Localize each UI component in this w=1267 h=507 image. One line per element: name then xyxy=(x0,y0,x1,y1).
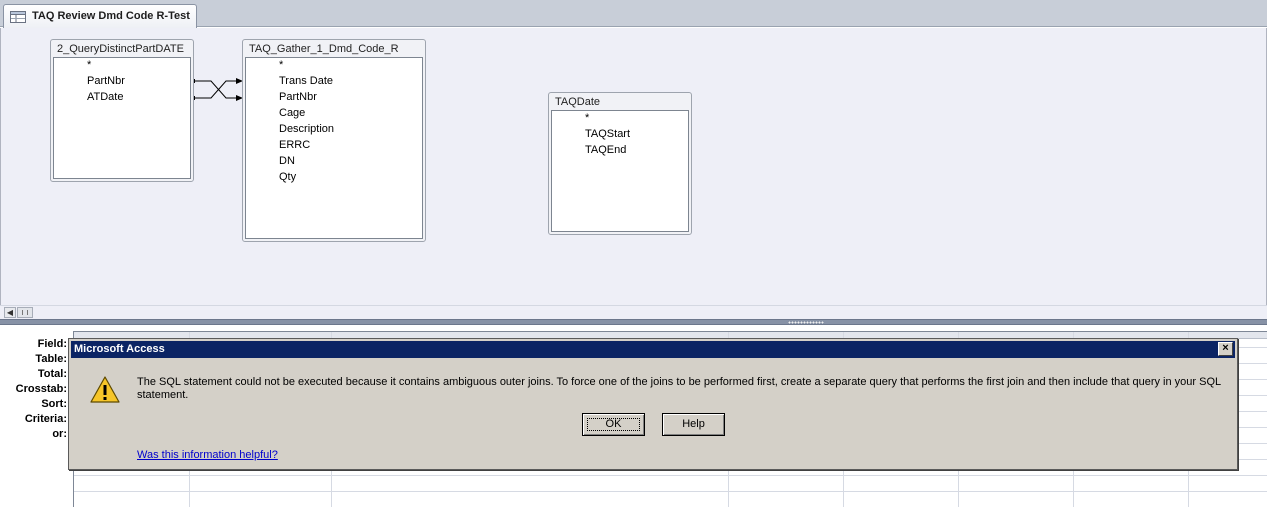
grid-row-labels: Field: Table: Total: Crosstab: Sort: Cri… xyxy=(0,325,72,507)
row-label-criteria: Criteria: xyxy=(24,413,67,425)
field-list-body[interactable]: * TAQStart TAQEnd xyxy=(551,110,689,232)
warning-icon xyxy=(90,376,120,403)
document-tab[interactable]: TAQ Review Dmd Code R-Test xyxy=(3,4,197,28)
field-item[interactable]: Trans Date xyxy=(279,75,333,87)
field-item[interactable]: Cage xyxy=(279,107,305,119)
field-list-2-querydistinctpartdate[interactable]: 2_QueryDistinctPartDATE * PartNbr ATDate xyxy=(50,39,194,182)
dialog-message: The SQL statement could not be executed … xyxy=(137,376,1221,401)
query-icon xyxy=(10,11,26,23)
query-design-pane[interactable]: 2_QueryDistinctPartDATE * PartNbr ATDate… xyxy=(0,28,1267,305)
field-list-body[interactable]: * PartNbr ATDate xyxy=(53,57,191,179)
field-item[interactable]: TAQStart xyxy=(585,128,630,140)
row-label-table: Table: xyxy=(35,353,67,365)
field-item[interactable]: ATDate xyxy=(87,91,123,103)
field-list-title: TAQDate xyxy=(555,96,601,108)
field-item[interactable]: PartNbr xyxy=(279,91,317,103)
field-item[interactable]: DN xyxy=(279,155,295,167)
field-item[interactable]: * xyxy=(279,59,283,71)
was-this-helpful-link[interactable]: Was this information helpful? xyxy=(137,449,278,461)
field-item[interactable]: Description xyxy=(279,123,334,135)
join-line-partnbr xyxy=(193,80,237,99)
field-list-title: 2_QueryDistinctPartDATE xyxy=(57,43,184,55)
row-label-crosstab: Crosstab: xyxy=(15,383,67,395)
design-pane-horizontal-scrollbar[interactable]: ◀ xyxy=(0,305,1267,319)
scroll-left-arrow-icon[interactable]: ◀ xyxy=(4,307,16,318)
field-item[interactable]: TAQEnd xyxy=(585,144,626,156)
field-item[interactable]: * xyxy=(585,112,589,124)
document-tab-strip: TAQ Review Dmd Code R-Test xyxy=(0,0,1267,28)
close-icon[interactable]: × xyxy=(1218,342,1233,356)
ok-button[interactable]: OK xyxy=(582,413,645,436)
field-item[interactable]: * xyxy=(87,59,91,71)
row-label-field: Field: xyxy=(37,338,67,350)
dialog-title: Microsoft Access xyxy=(74,343,165,355)
field-item[interactable]: Qty xyxy=(279,171,296,183)
field-item[interactable]: PartNbr xyxy=(87,75,125,87)
field-list-taq-gather-1-dmd-code-r[interactable]: TAQ_Gather_1_Dmd_Code_R * Trans Date Par… xyxy=(242,39,426,242)
document-tab-title: TAQ Review Dmd Code R-Test xyxy=(32,10,190,22)
join-line-atdate xyxy=(193,80,237,99)
field-item[interactable]: ERRC xyxy=(279,139,310,151)
error-dialog: Microsoft Access × The SQL statement cou… xyxy=(68,338,1238,470)
row-label-total: Total: xyxy=(37,368,67,380)
field-list-taqdate[interactable]: TAQDate * TAQStart TAQEnd xyxy=(548,92,692,235)
row-label-sort: Sort: xyxy=(41,398,67,410)
dialog-titlebar[interactable]: Microsoft Access × xyxy=(71,341,1235,358)
help-button[interactable]: Help xyxy=(662,413,725,436)
scroll-thumb[interactable] xyxy=(17,307,33,318)
row-label-or: or: xyxy=(52,428,67,440)
field-list-title: TAQ_Gather_1_Dmd_Code_R xyxy=(249,43,399,55)
field-list-body[interactable]: * Trans Date PartNbr Cage Description ER… xyxy=(245,57,423,239)
splitter-grip-icon[interactable] xyxy=(788,321,824,324)
